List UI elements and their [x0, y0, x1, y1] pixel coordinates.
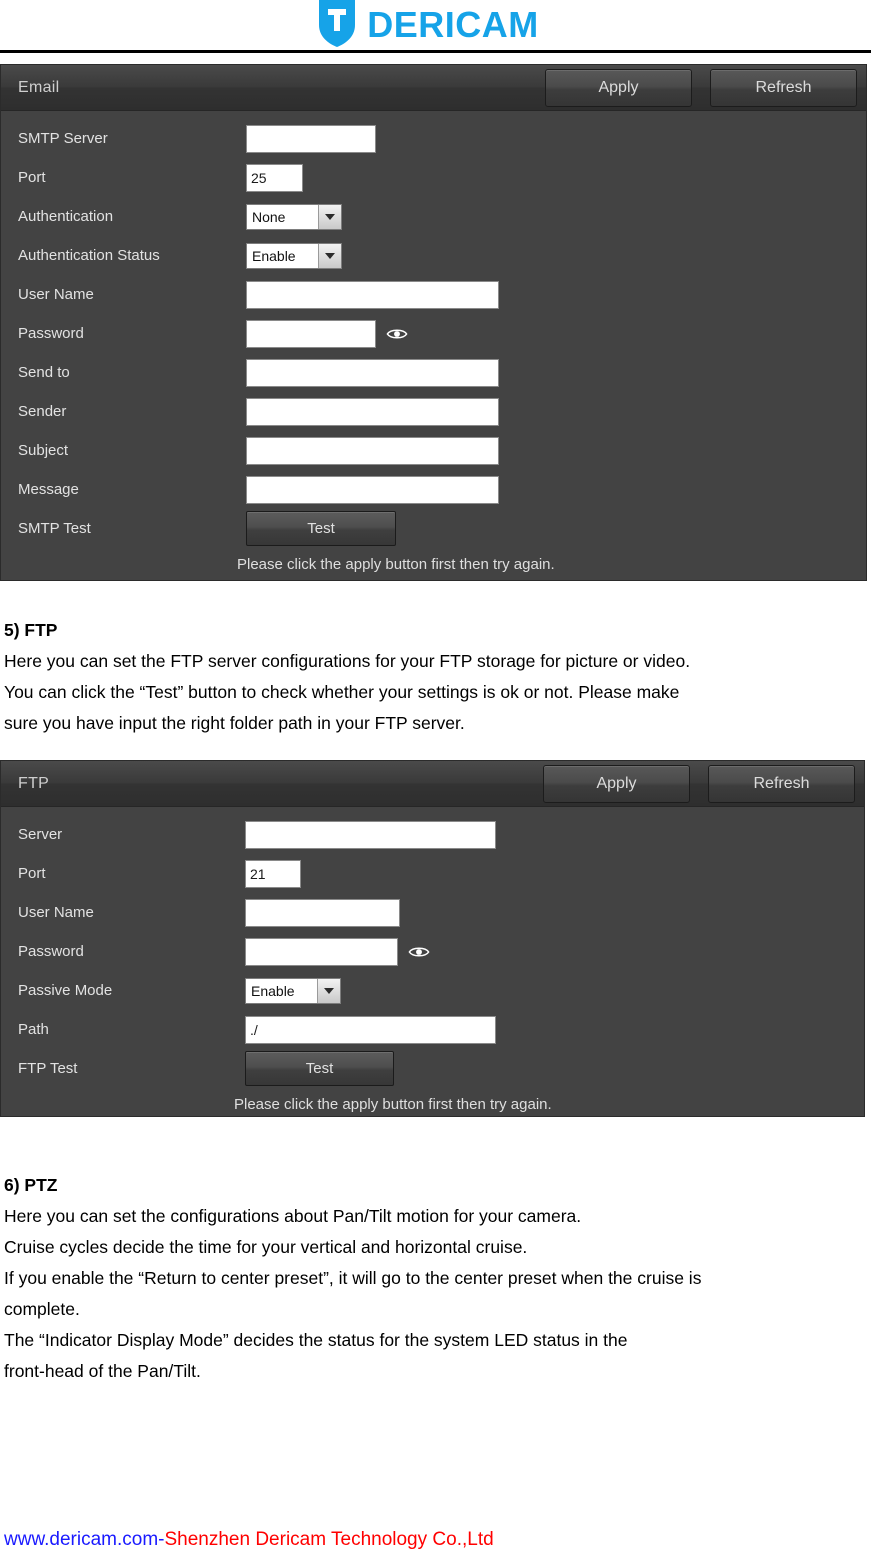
label-authentication-status: Authentication Status [18, 247, 160, 264]
field-row-user-name: User Name [1, 275, 866, 314]
field-row-passive-mode: Passive Mode Enable [1, 971, 864, 1010]
subject-input[interactable] [246, 436, 499, 465]
label-send-to: Send to [18, 364, 70, 381]
document-header: DERICAM [0, 0, 871, 50]
email-refresh-button[interactable]: Refresh [710, 68, 857, 107]
ftp-test-button[interactable]: Test [245, 1051, 394, 1086]
ftp-panel: FTP Apply Refresh Server Port 21 User Na… [0, 760, 865, 1117]
ftp-panel-header: FTP Apply Refresh [1, 761, 864, 807]
authentication-select-value: None [252, 208, 286, 225]
ftp-password-input[interactable] [245, 937, 398, 966]
ftp-apply-button[interactable]: Apply [543, 764, 690, 803]
ftp-username-input[interactable] [245, 898, 400, 927]
message-input[interactable] [246, 475, 499, 504]
ftp-panel-body: Server Port 21 User Name Password Passiv… [1, 807, 864, 1123]
section-ftp-text: 5) FTP Here you can set the FTP server c… [4, 615, 871, 739]
field-row-ftp-port: Port 21 [1, 854, 864, 893]
ftp-server-input[interactable] [245, 820, 496, 849]
dericam-logo-text: DERICAM [367, 4, 539, 45]
passive-mode-select[interactable]: Enable [245, 977, 341, 1004]
section-ptz-text: 6) PTZ Here you can set the configuratio… [4, 1170, 871, 1387]
field-row-ftp-server: Server [1, 815, 864, 854]
section-ftp-line-1: Here you can set the FTP server configur… [4, 651, 691, 671]
label-message: Message [18, 481, 79, 498]
section-ptz-line-2: Cruise cycles decide the time for your v… [4, 1237, 528, 1257]
section-ptz-line-5: The “Indicator Display Mode” decides the… [4, 1330, 628, 1350]
passive-mode-select-value: Enable [251, 982, 295, 999]
field-row-send-to: Send to [1, 353, 866, 392]
email-panel-header-buttons: Apply Refresh [545, 68, 857, 107]
email-apply-button[interactable]: Apply [545, 68, 692, 107]
label-subject: Subject [18, 442, 69, 459]
authentication-status-select-value: Enable [252, 247, 296, 264]
email-panel: Email Apply Refresh SMTP Server Port 25 … [0, 64, 867, 581]
section-ptz-line-6: front-head of the Pan/Tilt. [4, 1361, 201, 1381]
email-panel-title: Email [18, 78, 60, 96]
label-ftp-user-name: User Name [18, 904, 94, 921]
field-row-sender: Sender [1, 392, 866, 431]
chevron-down-icon [318, 204, 341, 229]
field-row-smtp-server: SMTP Server [1, 119, 866, 158]
section-ftp-line-3: sure you have input the right folder pat… [4, 713, 465, 733]
email-panel-body: SMTP Server Port 25 Authentication None … [1, 111, 866, 583]
field-row-ftp-user-name: User Name [1, 893, 864, 932]
dericam-shield-logo-icon [316, 0, 358, 54]
label-passive-mode: Passive Mode [18, 982, 113, 999]
label-ftp-server: Server [18, 826, 63, 843]
smtp-port-input[interactable]: 25 [246, 163, 303, 192]
ftp-path-input[interactable]: ./ [245, 1015, 496, 1044]
chevron-down-icon [318, 243, 341, 268]
page-footer: www.dericam.com-Shenzhen Dericam Technol… [4, 1528, 494, 1552]
footer-company-name: Shenzhen Dericam Technology Co.,Ltd [164, 1529, 494, 1550]
smtp-server-input[interactable] [246, 124, 376, 153]
section-ftp-heading: 5) FTP [4, 620, 58, 640]
section-ptz-line-3: If you enable the “Return to center pres… [4, 1268, 702, 1288]
field-row-ftp-password: Password [1, 932, 864, 971]
label-authentication: Authentication [18, 208, 114, 225]
label-ftp-test: FTP Test [18, 1060, 78, 1077]
footer-website-link[interactable]: www.dericam.com- [4, 1529, 164, 1550]
dericam-logo: DERICAM [316, 0, 539, 54]
label-smtp-test: SMTP Test [18, 520, 91, 537]
email-panel-note: Please click the apply button first then… [237, 556, 555, 573]
label-ftp-port: Port [18, 865, 46, 882]
chevron-down-icon [317, 978, 340, 1003]
email-password-input[interactable] [246, 319, 376, 348]
show-password-eye-icon[interactable] [386, 326, 408, 342]
sender-input[interactable] [246, 397, 499, 426]
ftp-panel-note: Please click the apply button first then… [234, 1096, 552, 1113]
show-password-eye-icon[interactable] [408, 944, 430, 960]
ftp-panel-header-buttons: Apply Refresh [543, 764, 855, 803]
label-sender: Sender [18, 403, 67, 420]
field-row-subject: Subject [1, 431, 866, 470]
authentication-select[interactable]: None [246, 203, 342, 230]
label-path: Path [18, 1021, 49, 1038]
label-ftp-password: Password [18, 943, 84, 960]
label-user-name: User Name [18, 286, 94, 303]
field-row-password: Password [1, 314, 866, 353]
field-row-message: Message [1, 470, 866, 509]
email-username-input[interactable] [246, 280, 499, 309]
ftp-refresh-button[interactable]: Refresh [708, 764, 855, 803]
section-ftp-line-2: You can click the “Test” button to check… [4, 682, 680, 702]
section-ptz-heading: 6) PTZ [4, 1175, 58, 1195]
email-panel-header: Email Apply Refresh [1, 65, 866, 111]
field-row-authentication: Authentication None [1, 197, 866, 236]
field-row-path: Path ./ [1, 1010, 864, 1049]
send-to-input[interactable] [246, 358, 499, 387]
section-ptz-line-1: Here you can set the configurations abou… [4, 1206, 582, 1226]
label-port: Port [18, 169, 46, 186]
field-row-port: Port 25 [1, 158, 866, 197]
field-row-ftp-test: FTP Test Test [1, 1049, 864, 1088]
ftp-port-input[interactable]: 21 [245, 859, 301, 888]
field-row-smtp-test: SMTP Test Test [1, 509, 866, 548]
smtp-test-button[interactable]: Test [246, 511, 396, 546]
authentication-status-select[interactable]: Enable [246, 242, 342, 269]
field-row-authentication-status: Authentication Status Enable [1, 236, 866, 275]
section-ptz-line-4: complete. [4, 1299, 80, 1319]
ftp-panel-title: FTP [18, 774, 50, 792]
header-divider [0, 50, 871, 53]
label-password: Password [18, 325, 84, 342]
label-smtp-server: SMTP Server [18, 130, 108, 147]
